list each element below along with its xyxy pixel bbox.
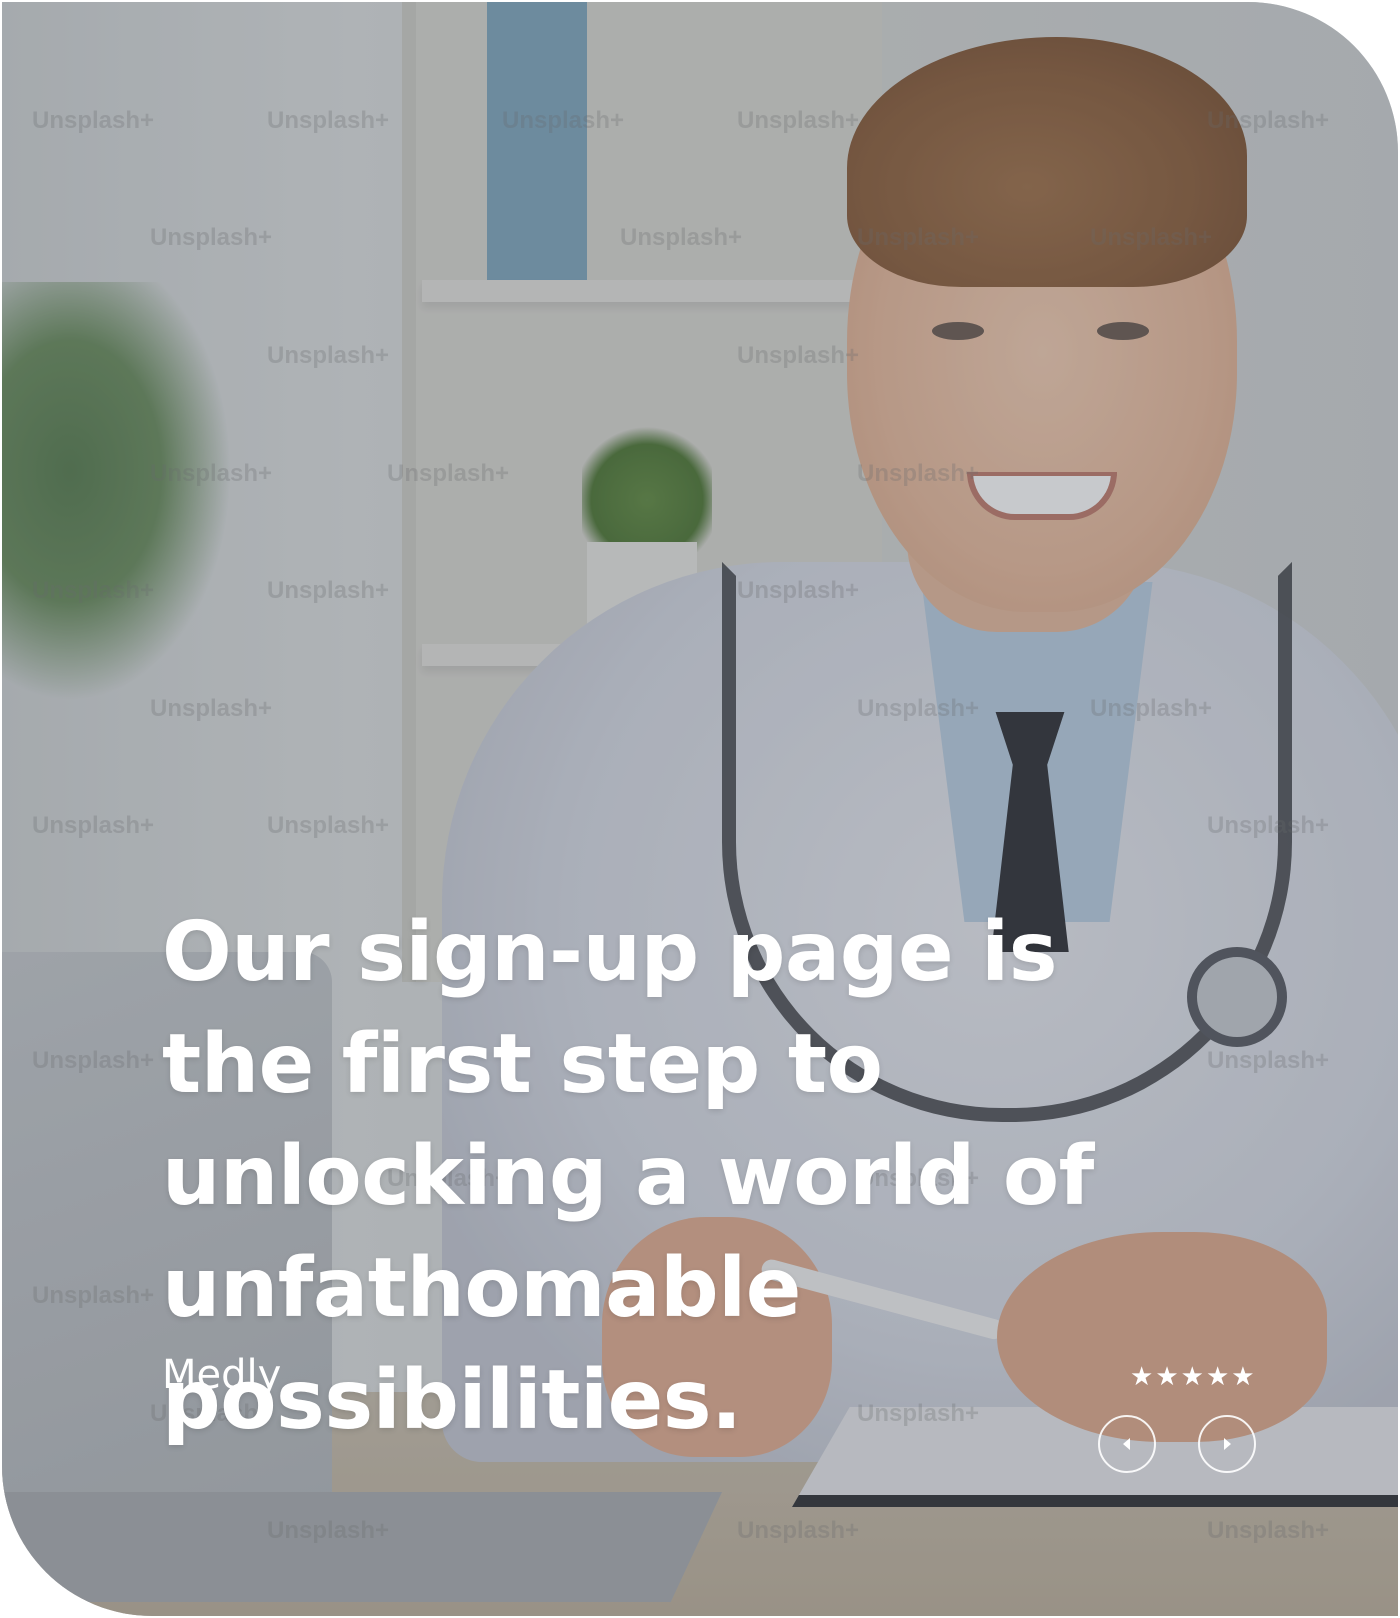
testimonial-author: Medly xyxy=(162,1352,282,1398)
chevron-right-icon xyxy=(1224,1438,1231,1450)
testimonial-card: Unsplash+ Unsplash+ Unsplash+ Unsplash+ … xyxy=(2,2,1398,1616)
star-icon: ★ xyxy=(1180,1362,1204,1392)
testimonial-quote: Our sign-up page is the first step to un… xyxy=(162,905,1094,1448)
star-icon: ★ xyxy=(1130,1362,1154,1392)
star-icon: ★ xyxy=(1205,1362,1230,1392)
previous-testimonial-button[interactable] xyxy=(1098,1415,1156,1473)
next-testimonial-button[interactable] xyxy=(1198,1415,1256,1473)
star-icon: ★ xyxy=(1231,1362,1255,1392)
rating-stars: ★ ★ ★ ★ ★ xyxy=(1130,1364,1255,1390)
chevron-left-icon xyxy=(1123,1438,1130,1450)
star-icon: ★ xyxy=(1155,1362,1179,1392)
